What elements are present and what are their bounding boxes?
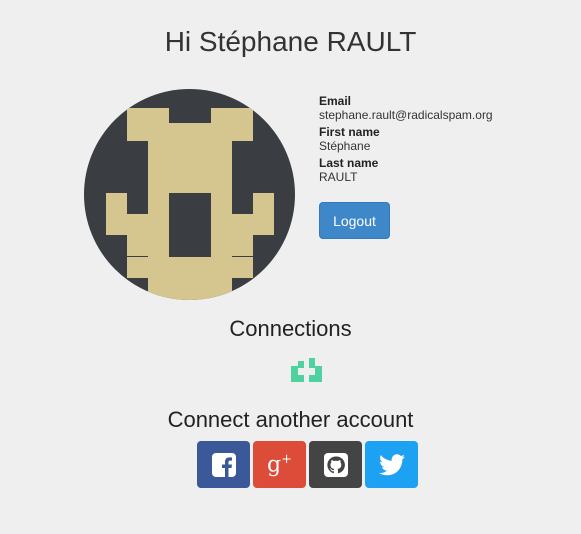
avatar: [84, 89, 295, 300]
google-plus-icon: g+: [267, 451, 292, 478]
last-name-value: RAULT: [319, 170, 358, 184]
logout-button[interactable]: Logout: [319, 202, 390, 239]
first-name-value: Stéphane: [319, 139, 371, 153]
identicon-image: [84, 89, 295, 300]
google-plus-button[interactable]: g+: [253, 441, 306, 488]
email-value: stephane.rault@radicalspam.org: [319, 108, 493, 122]
last-name-label: Last name: [319, 156, 379, 170]
github-icon: [323, 452, 348, 477]
email-label: Email: [319, 94, 352, 108]
connect-another-title: Connect another account: [167, 407, 414, 432]
connected-account-icon[interactable]: [289, 357, 325, 383]
twitter-icon: [378, 453, 405, 475]
github-button[interactable]: [309, 441, 362, 488]
facebook-icon: [211, 452, 236, 477]
page-title: Hi Stéphane RAULT: [164, 26, 417, 57]
social-buttons: g+: [197, 441, 418, 488]
twitter-button[interactable]: [365, 441, 418, 488]
facebook-button[interactable]: [197, 441, 250, 488]
first-name-label: First name: [319, 125, 380, 139]
connections-title: Connections: [229, 316, 352, 341]
profile-details: Email stephane.rault@radicalspam.org Fir…: [319, 94, 493, 187]
